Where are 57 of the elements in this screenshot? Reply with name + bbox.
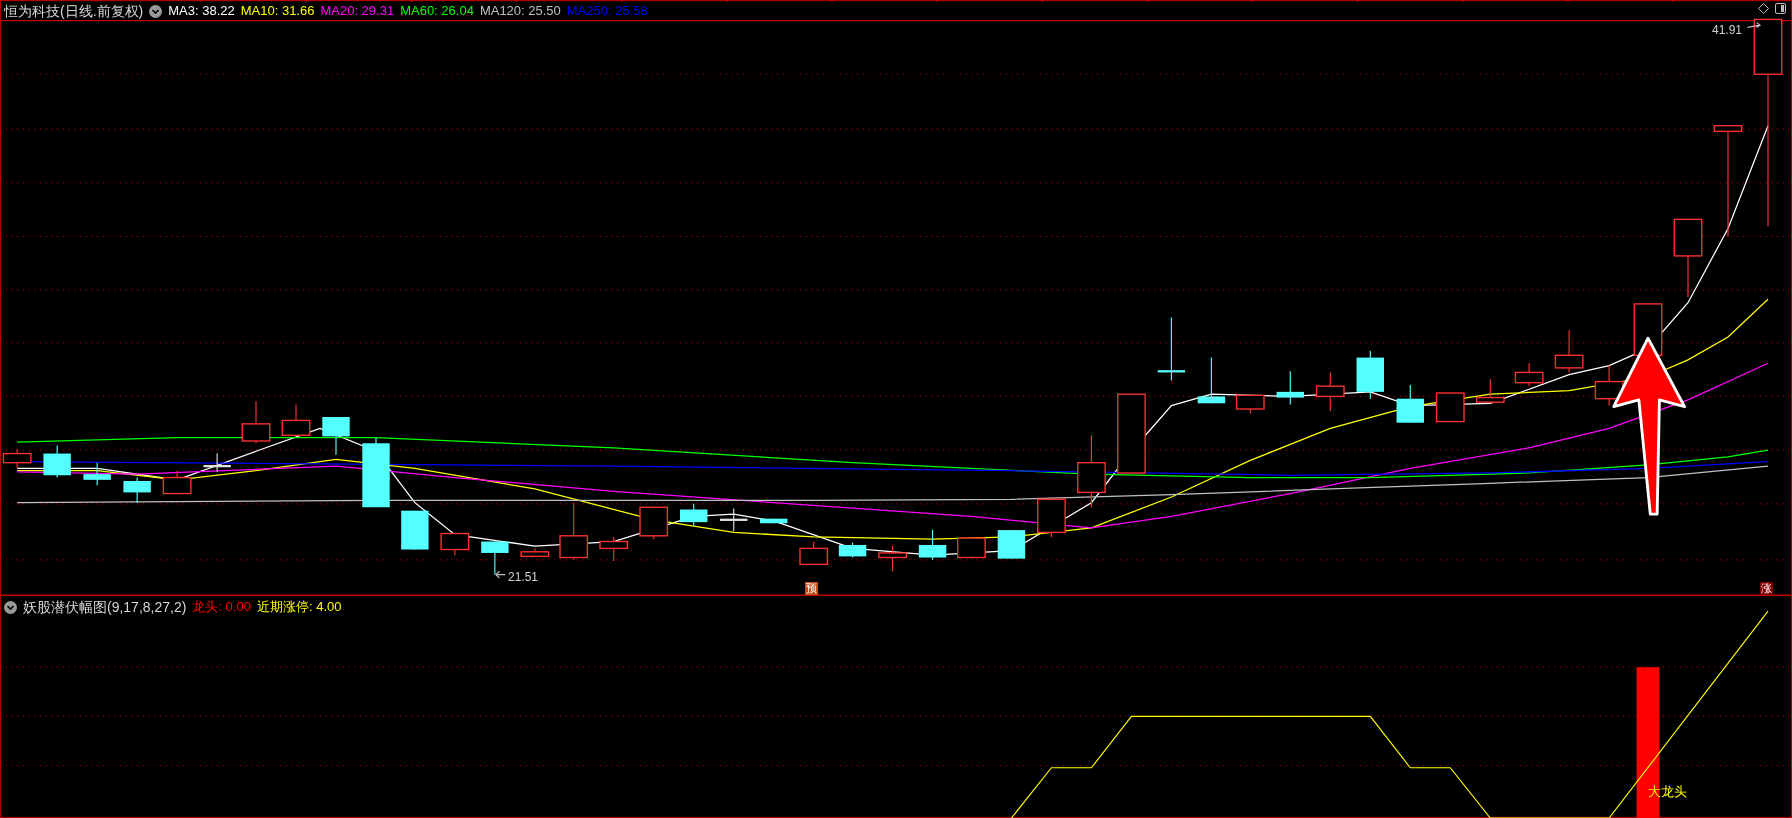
candlestick: [1157, 317, 1186, 381]
candlestick: [520, 547, 550, 558]
chart-title: 恒为科技(日线.前复权): [4, 3, 144, 19]
signal-badge: 涨: [1760, 582, 1773, 595]
leader-line: [1746, 22, 1762, 28]
candlestick: [1315, 371, 1345, 412]
candlestick: [1276, 370, 1304, 405]
candlestick: [1037, 498, 1066, 538]
candlestick: [639, 506, 669, 540]
price-label: 21.51: [508, 569, 539, 586]
panel-toggle-icon[interactable]: [1775, 3, 1786, 14]
candlestick: [680, 503, 708, 527]
candlestick: [1197, 357, 1226, 404]
candlestick: [401, 510, 429, 551]
candlestick: [362, 437, 390, 508]
candlestick: [1235, 394, 1265, 415]
candlestick: [1475, 378, 1505, 404]
candlestick: [1396, 384, 1424, 424]
candlestick: [838, 542, 867, 559]
candlestick: [43, 445, 71, 479]
candlestick: [123, 477, 151, 504]
moving-average-value: MA3: 38.22: [168, 3, 235, 19]
dropdown-icon[interactable]: [4, 600, 17, 614]
candlestick: [1554, 329, 1584, 373]
candlestick: [799, 540, 829, 566]
leader-line: [495, 570, 506, 579]
candlestick: [1514, 362, 1544, 387]
candlestick: [241, 400, 271, 444]
candlestick: [878, 545, 907, 572]
dropdown-icon[interactable]: [149, 4, 163, 18]
candlestick: [322, 416, 350, 456]
indicator-title: 妖股潜伏幅图(9,17,8,27,2): [23, 599, 187, 615]
moving-average-value: MA120: 25.50: [479, 3, 561, 19]
candlestick: [440, 532, 470, 556]
candlestick: [760, 518, 788, 524]
signal-badge: 预: [805, 582, 818, 595]
candlestick: [481, 540, 509, 576]
indicator-value: 龙头: 0.00: [192, 599, 251, 615]
candlestick: [83, 462, 111, 487]
candlestick: [918, 529, 947, 561]
indicator-value: 近期涨停: 4.00: [256, 599, 342, 615]
candlestick: [957, 537, 986, 559]
candlestick: [559, 502, 589, 561]
candlestick: [1356, 350, 1384, 400]
moving-average-value: MA20: 29.31: [320, 3, 395, 19]
moving-average-value: MA60: 26.04: [400, 3, 474, 19]
price-label: 41.91: [1712, 22, 1743, 39]
candlestick: [203, 453, 231, 473]
candlestick: [162, 470, 192, 495]
candlestick: [599, 536, 629, 562]
candlestick: [720, 507, 748, 532]
diamond-icon[interactable]: [1758, 3, 1769, 14]
candlestick: [997, 529, 1026, 560]
moving-average-value: MA250: 25.58: [566, 3, 648, 19]
candlestick: [281, 403, 311, 436]
moving-average-value: MA10: 31.66: [240, 3, 315, 19]
candlestick: [1435, 392, 1465, 423]
